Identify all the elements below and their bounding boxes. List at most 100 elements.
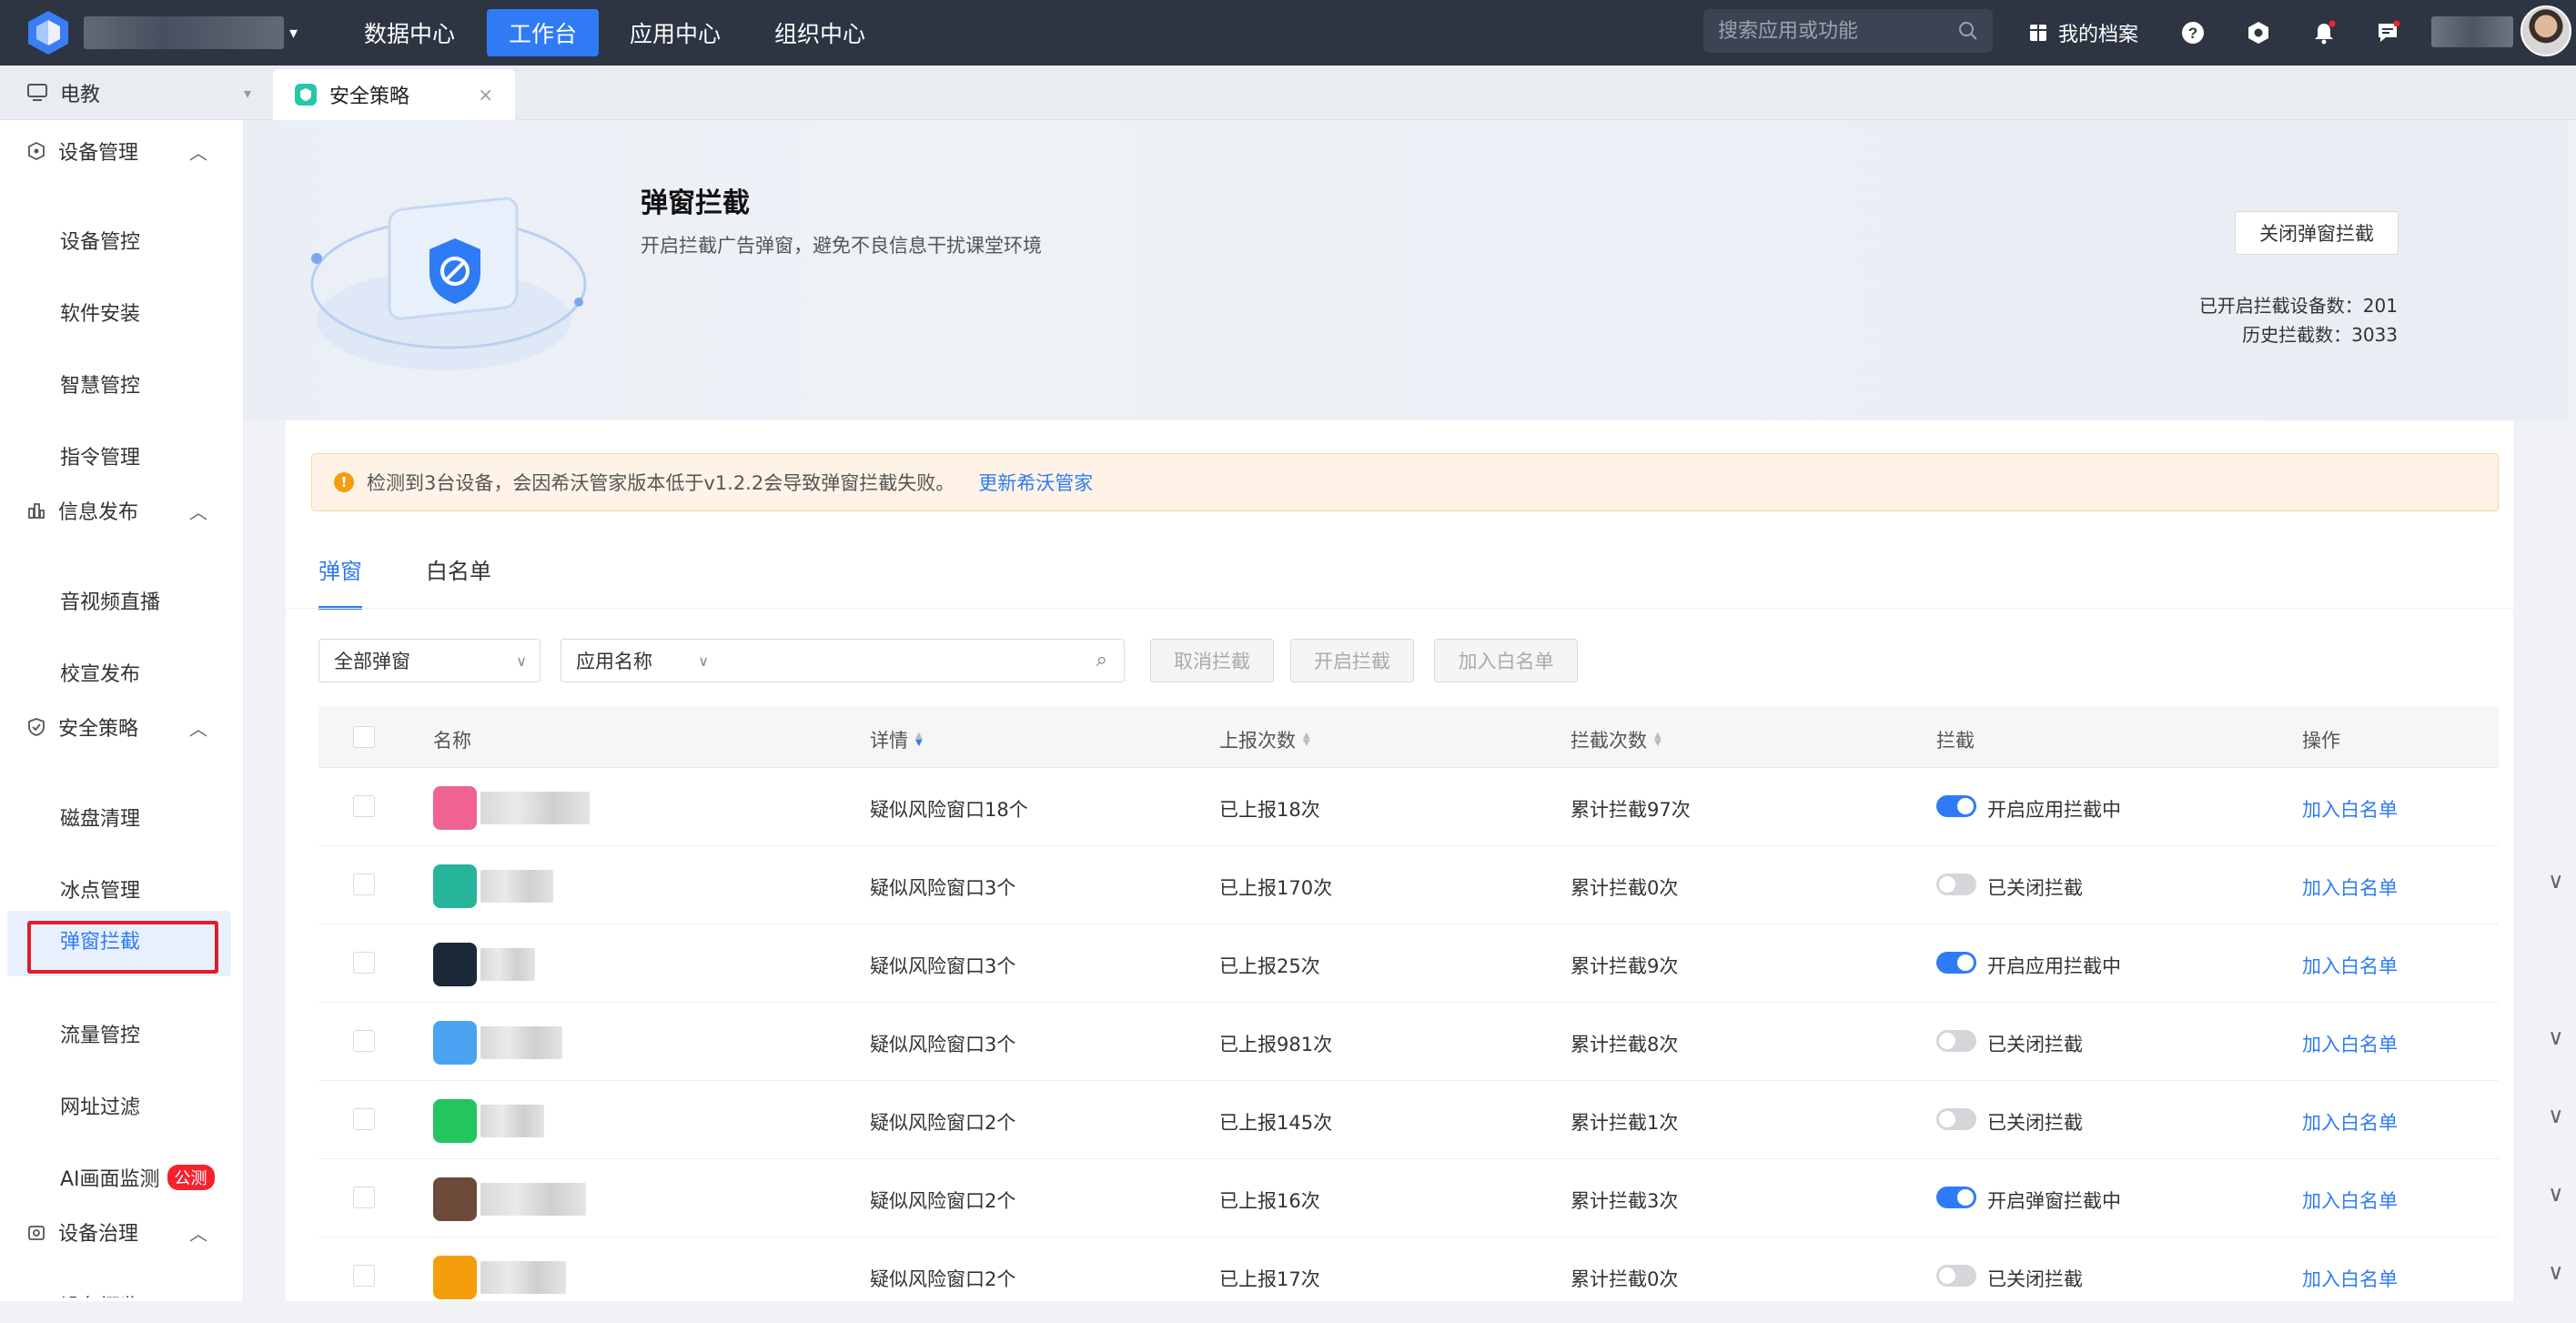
add-to-whitelist-link[interactable]: 加入白名单 — [2302, 1187, 2398, 1214]
sidebar-item-disk-cleanup[interactable]: 磁盘清理 — [60, 799, 140, 835]
table-row[interactable]: 疑似风险窗口18个 已上报18次 累计拦截97次 开启应用拦截中 加入白名单 — [318, 768, 2499, 846]
search-icon[interactable]: ⌕ — [1096, 649, 1107, 672]
chevron-up-icon[interactable]: ︿ — [189, 498, 207, 524]
org-dropdown-icon[interactable]: ▾ — [289, 24, 298, 43]
block-toggle[interactable] — [1936, 1030, 1976, 1052]
search-icon[interactable] — [1958, 21, 1978, 41]
cancel-block-button[interactable]: 取消拦截 — [1150, 639, 1274, 682]
sidebar-item-url-filter[interactable]: 网址过滤 — [60, 1087, 140, 1124]
sidebar-item-device-control[interactable]: 设备管控 — [60, 222, 140, 258]
sidebar-item-command-management[interactable]: 指令管理 — [60, 438, 140, 474]
sidebar-group-label: 安全策略 — [58, 718, 139, 741]
sidebar-group-security-policy[interactable]: 安全策略 ︿ — [0, 700, 244, 754]
add-to-whitelist-link[interactable]: 加入白名单 — [2302, 952, 2398, 979]
block-status-label: 开启应用拦截中 — [1987, 955, 2121, 977]
add-to-whitelist-link[interactable]: 加入白名单 — [2302, 795, 2398, 823]
tab-whitelist[interactable]: 白名单 — [426, 548, 491, 610]
tree-dropdown-icon[interactable]: ▾ — [244, 85, 251, 102]
nav-data-center[interactable]: 数据中心 — [342, 9, 477, 56]
sidebar-item-campus-publish[interactable]: 校宣发布 — [60, 654, 140, 691]
add-to-whitelist-link[interactable]: 加入白名单 — [2302, 1030, 2398, 1057]
detail-cell: 疑似风险窗口2个 — [870, 1112, 1016, 1134]
sidebar-item-traffic-control[interactable]: 流量管控 — [60, 1015, 140, 1052]
username-blurred[interactable] — [2431, 16, 2513, 47]
chevron-down-icon[interactable]: ∨ — [2548, 1103, 2564, 1128]
search-field-select[interactable]: 应用名称 ∨ — [561, 639, 722, 682]
global-search-input[interactable] — [1718, 19, 1945, 43]
block-toggle[interactable] — [1936, 952, 1976, 974]
row-checkbox[interactable] — [353, 952, 375, 974]
nav-org-center[interactable]: 组织中心 — [753, 9, 887, 56]
nav-workbench[interactable]: 工作台 — [487, 9, 600, 56]
row-checkbox[interactable] — [353, 1108, 375, 1130]
block-toggle[interactable] — [1936, 1265, 1976, 1287]
close-popup-block-button[interactable]: 关闭弹窗拦截 — [2235, 211, 2399, 255]
app-name-blurred — [480, 1261, 566, 1294]
add-to-whitelist-link[interactable]: 加入白名单 — [2302, 1265, 2398, 1292]
row-checkbox[interactable] — [353, 874, 375, 895]
sidebar-group-info-publish[interactable]: 信息发布 ︿ — [0, 483, 244, 538]
avatar[interactable] — [2520, 5, 2571, 56]
blocks-cell: 累计拦截97次 — [1571, 799, 1691, 821]
table-row[interactable]: 疑似风险窗口2个 已上报145次 累计拦截1次 已关闭拦截 加入白名单 ∨ — [318, 1081, 2564, 1159]
col-blocks[interactable]: 拦截次数 ▲ ▼ — [1571, 726, 1662, 753]
table-row[interactable]: 疑似风险窗口2个 已上报16次 累计拦截3次 开启弹窗拦截中 加入白名单 ∨ — [318, 1159, 2564, 1237]
my-archive-label: 我的档案 — [2058, 24, 2139, 46]
block-toggle[interactable] — [1936, 1108, 1976, 1130]
row-checkbox[interactable] — [353, 795, 375, 817]
sidebar-item-device-overview[interactable]: 设备概览 — [60, 1287, 140, 1298]
my-archive-button[interactable]: 我的档案 — [2027, 13, 2138, 53]
toggle-knob — [1957, 954, 1974, 971]
table-row[interactable]: 疑似风险窗口3个 已上报981次 累计拦截8次 已关闭拦截 加入白名单 ∨ — [318, 1003, 2564, 1081]
message-icon[interactable] — [2373, 18, 2402, 47]
sidebar-item-av-live[interactable]: 音视频直播 — [60, 582, 160, 619]
sidebar-item-smart-control[interactable]: 智慧管控 — [60, 366, 140, 402]
add-to-whitelist-link[interactable]: 加入白名单 — [2302, 874, 2398, 901]
add-to-whitelist-link[interactable]: 加入白名单 — [2302, 1108, 2398, 1136]
col-reports[interactable]: 上报次数 ▲ ▼ — [1219, 726, 1310, 753]
table-row[interactable]: 疑似风险窗口3个 已上报170次 累计拦截0次 已关闭拦截 加入白名单 ∨ — [318, 846, 2564, 924]
sidebar-item-ai-monitor[interactable]: AI画面监测 公测 — [60, 1159, 215, 1196]
row-checkbox[interactable] — [353, 1030, 375, 1052]
close-icon[interactable]: × — [478, 84, 493, 106]
tab-security-policy[interactable]: 安全策略 × — [273, 69, 515, 120]
help-icon[interactable]: ? — [2178, 18, 2207, 47]
block-toggle[interactable] — [1936, 795, 1976, 817]
settings-icon[interactable] — [2244, 18, 2273, 47]
chevron-up-icon[interactable]: ︿ — [189, 138, 207, 165]
toggle-knob — [1939, 876, 1955, 893]
block-toggle[interactable] — [1936, 1187, 1976, 1208]
chevron-up-icon[interactable]: ︿ — [189, 714, 207, 741]
tree-selector[interactable]: 电教 ▾ — [0, 66, 258, 120]
sidebar-group-device-governance[interactable]: 设备治理 ︿ — [0, 1205, 244, 1259]
nav-app-center[interactable]: 应用中心 — [608, 9, 742, 56]
enable-block-button[interactable]: 开启拦截 — [1290, 639, 1414, 682]
popup-type-value: 全部弹窗 — [334, 651, 410, 672]
sidebar-item-software-install[interactable]: 软件安装 — [60, 294, 140, 330]
add-whitelist-button[interactable]: 加入白名单 — [1434, 639, 1578, 682]
table-row[interactable]: 疑似风险窗口2个 已上报17次 累计拦截0次 已关闭拦截 加入白名单 ∨ — [318, 1237, 2564, 1301]
sidebar-item-freeze-management[interactable]: 冰点管理 — [60, 871, 140, 907]
select-all-checkbox[interactable] — [353, 726, 375, 748]
update-link[interactable]: 更新希沃管家 — [978, 469, 1093, 496]
chevron-up-icon[interactable]: ︿ — [189, 1219, 207, 1246]
chevron-down-icon[interactable]: ∨ — [2548, 1259, 2564, 1285]
tab-popups[interactable]: 弹窗 — [318, 548, 362, 610]
block-toggle[interactable] — [1936, 874, 1976, 895]
app-search-input[interactable]: ⌕ — [721, 639, 1125, 682]
col-detail[interactable]: 详情 ▲ ▼ — [870, 726, 923, 753]
row-checkbox[interactable] — [353, 1265, 375, 1287]
chevron-down-icon[interactable]: ∨ — [2548, 868, 2564, 894]
row-checkbox[interactable] — [353, 1187, 375, 1208]
table-row[interactable]: 疑似风险窗口3个 已上报25次 累计拦截9次 开启应用拦截中 加入白名单 — [318, 924, 2499, 1003]
notification-bell-icon[interactable] — [2309, 18, 2339, 47]
global-search[interactable] — [1703, 9, 1993, 53]
cube-icon — [28, 142, 45, 160]
app-logo-icon[interactable] — [25, 9, 71, 56]
chevron-down-icon[interactable]: ∨ — [2548, 1025, 2564, 1050]
page-scrollbar[interactable] — [2569, 120, 2576, 1301]
popup-type-select[interactable]: 全部弹窗 ∨ — [318, 639, 540, 682]
chevron-down-icon[interactable]: ∨ — [2548, 1181, 2564, 1207]
organization-name-blurred[interactable] — [84, 16, 284, 49]
sidebar-group-device-management[interactable]: 设备管理 ︿ — [0, 124, 244, 178]
